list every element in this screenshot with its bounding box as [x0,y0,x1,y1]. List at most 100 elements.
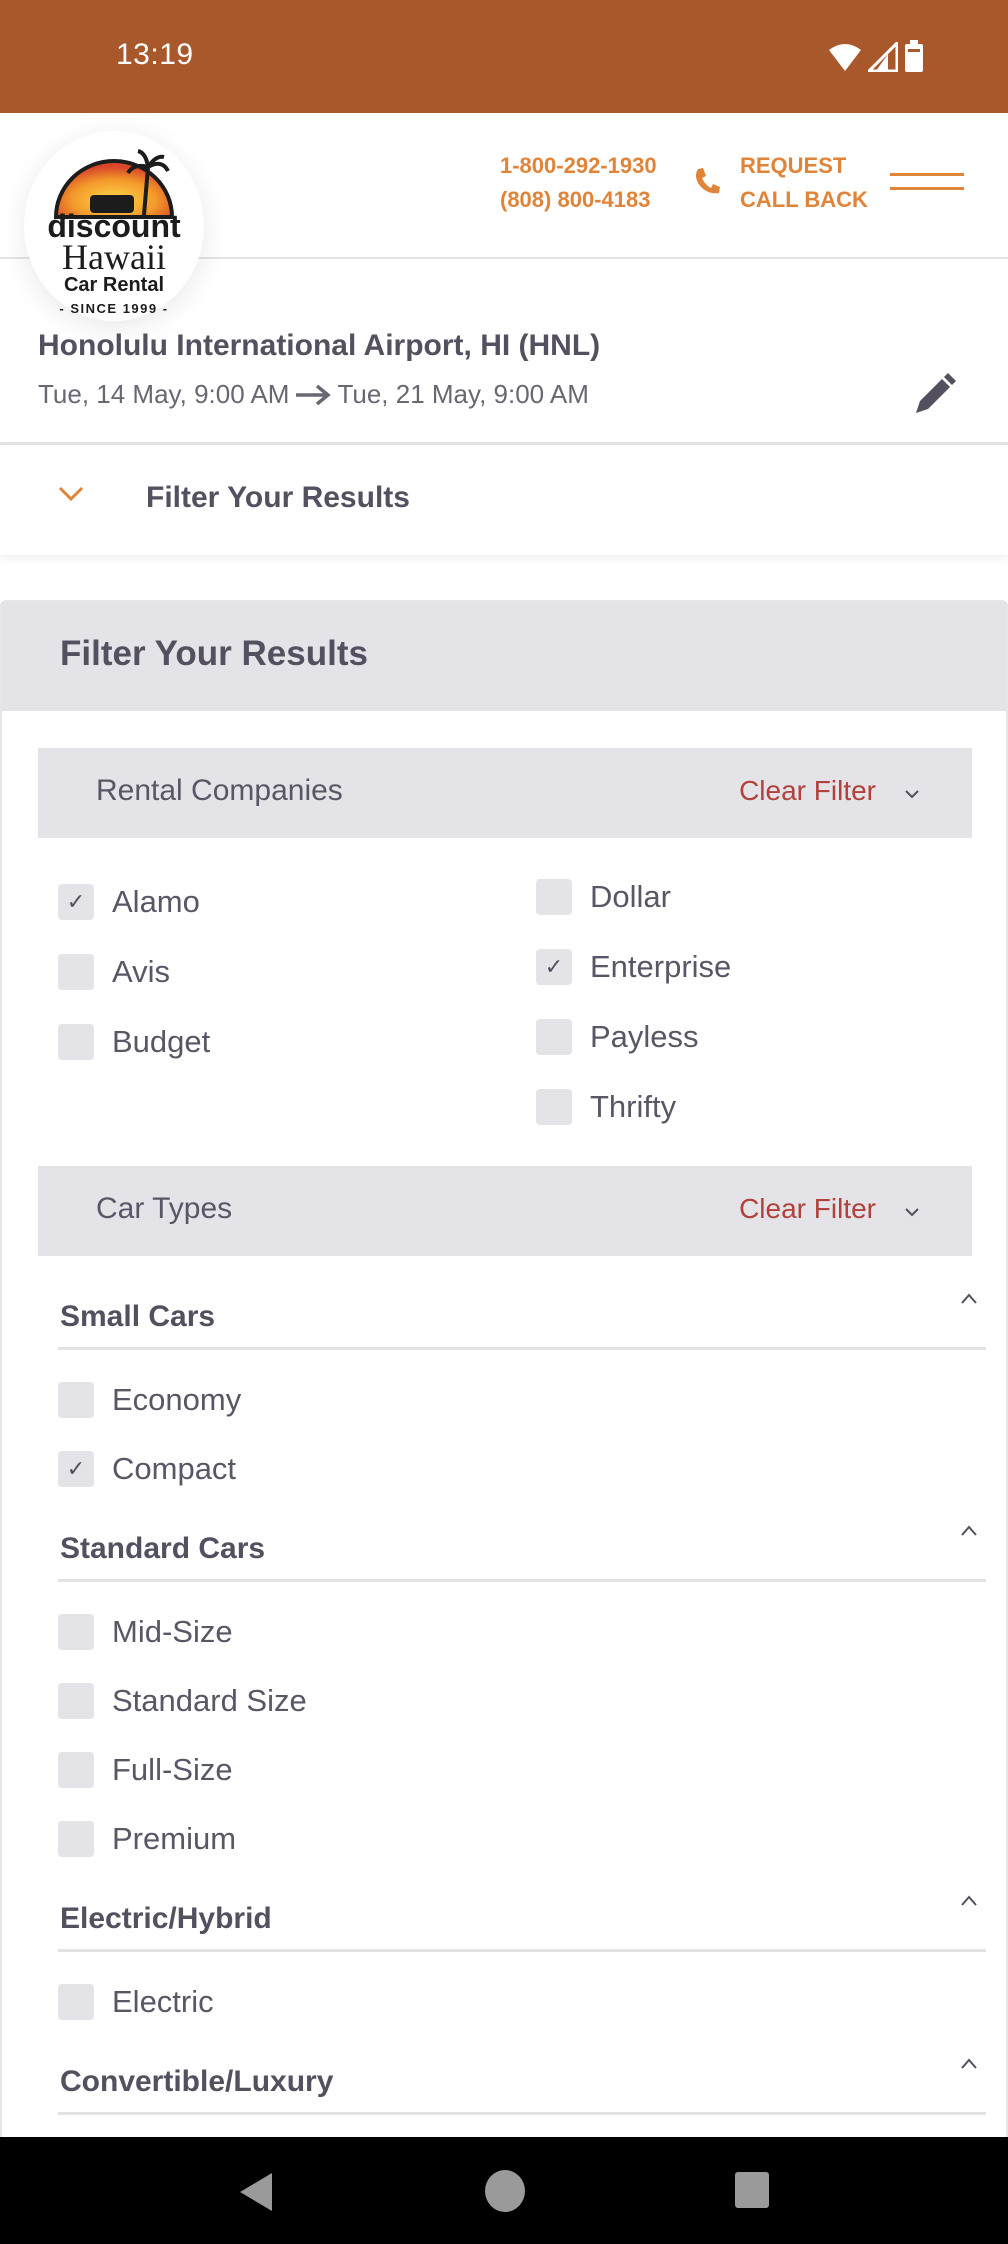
filter-panel-title: Filter Your Results [60,634,368,673]
filter-option-label: Enterprise [590,949,732,984]
status-bar: 13:19 [0,0,1008,113]
site-header: discount Hawaii Car Rental - SINCE 1999 … [0,113,1008,321]
checkbox[interactable] [58,954,94,990]
chevron-down-icon[interactable] [904,788,920,800]
filter-option-label: Compact [112,1451,237,1486]
status-icons [828,40,924,72]
pickup-location: Honolulu International Airport, HI (HNL) [38,329,601,362]
checkbox[interactable] [536,1089,572,1125]
filter-option-label: Dollar [590,879,671,914]
filter-option[interactable]: ✓ Enterprise [536,947,731,987]
status-time: 13:19 [116,38,194,71]
check-icon: ✓ [66,889,86,914]
battery-icon [905,40,923,72]
phone-link-tollfree[interactable]: 1-800-292-1930 [500,149,657,183]
filter-option-label: Avis [112,954,171,989]
filter-option[interactable]: ✓ Compact [58,1449,236,1489]
logo-text-car-rental: Car Rental [64,274,164,296]
phone-numbers: 1-800-292-1930 (808) 800-4183 [500,149,657,217]
logo: discount Hawaii Car Rental - SINCE 1999 … [47,149,181,315]
check-icon: ✓ [544,954,564,979]
menu-line [890,173,964,176]
checkbox-checked[interactable]: ✓ [58,1451,94,1487]
filter-option-label: Electric [112,1984,214,2019]
filter-toggle-label: Filter Your Results [146,481,410,514]
back-icon[interactable] [238,2171,274,2213]
filter-option[interactable]: Mid-Size [58,1612,233,1652]
filter-option[interactable]: Payless [536,1017,699,1057]
menu-line [890,187,964,190]
callback-label-line2: CALL BACK [740,187,868,212]
edit-search-pencil-icon[interactable] [912,373,956,417]
filter-option[interactable]: Dollar [536,877,671,917]
hamburger-menu-button[interactable] [890,173,964,195]
filter-option-label: Standard Size [112,1683,307,1718]
filter-option-label: Full-Size [112,1752,233,1787]
dropoff-datetime: Tue, 21 May, 9:00 AM [337,379,589,409]
checkbox-checked[interactable]: ✓ [58,884,94,920]
filter-option-label: Mid-Size [112,1614,233,1649]
filter-option[interactable]: ✓ Alamo [58,882,200,922]
filter-option[interactable]: Full-Size [58,1750,233,1790]
filter-option-label: Payless [590,1019,699,1054]
phone-icon [696,168,720,194]
checkbox[interactable] [58,1752,94,1788]
checkbox[interactable] [58,1821,94,1857]
rental-companies-clear-filter-button[interactable]: Clear Filter [739,775,876,807]
logo-text-since: - SINCE 1999 - [59,301,168,315]
trip-dates: Tue, 14 May, 9:00 AM Tue, 21 May, 9:00 A… [38,379,589,410]
phone-link-local[interactable]: (808) 800-4183 [500,183,657,217]
filter-option[interactable]: Avis [58,952,170,992]
filter-option-label: Alamo [112,884,200,919]
car-type-group-title: Convertible/Luxury [60,2065,334,2098]
checkbox[interactable] [58,1614,94,1650]
filter-option[interactable]: Premium [58,1819,236,1859]
logo-link[interactable]: discount Hawaii Car Rental - SINCE 1999 … [24,131,204,321]
checkbox[interactable] [58,1984,94,2020]
rental-companies-title: Rental Companies [96,774,343,807]
checkbox[interactable] [536,1019,572,1055]
chevron-up-icon[interactable] [960,2057,978,2071]
recents-icon[interactable] [734,2171,770,2209]
chevron-down-icon[interactable] [904,1206,920,1218]
filter-option-label: Budget [112,1024,211,1059]
checkbox-checked[interactable]: ✓ [536,949,572,985]
filter-option-label: Economy [112,1382,242,1417]
chevron-up-icon[interactable] [960,1524,978,1538]
car-type-group-title: Standard Cars [60,1532,266,1565]
car-type-group-header[interactable]: Convertible/Luxury [58,2053,986,2115]
checkbox[interactable] [536,879,572,915]
filter-option[interactable]: Budget [58,1022,210,1062]
car-type-group-header[interactable]: Small Cars [58,1288,986,1350]
checkbox[interactable] [58,1382,94,1418]
filter-option[interactable]: Standard Size [58,1681,307,1721]
pickup-datetime: Tue, 14 May, 9:00 AM [38,379,290,409]
filter-option[interactable]: Electric [58,1982,214,2022]
logo-text-hawaii: Hawaii [62,237,166,277]
system-navigation-bar [0,2137,1008,2244]
car-types-section-header[interactable]: Car Types Clear Filter [38,1166,972,1256]
car-type-group-title: Small Cars [60,1300,216,1333]
request-callback-button[interactable]: REQUEST CALL BACK [740,149,868,217]
filter-panel: Filter Your Results Rental Companies Cle… [0,600,1008,2183]
car-types-title: Car Types [96,1192,233,1225]
filter-option-label: Premium [112,1821,237,1856]
car-type-group-header[interactable]: Electric/Hybrid [58,1890,986,1952]
car-type-group-title: Electric/Hybrid [60,1902,272,1935]
home-icon[interactable] [484,2169,526,2213]
checkbox[interactable] [58,1683,94,1719]
rental-companies-section-header[interactable]: Rental Companies Clear Filter [38,748,972,838]
arrow-right-icon [296,384,332,405]
filter-option[interactable]: Economy [58,1380,241,1420]
filter-option[interactable]: Thrifty [536,1087,676,1127]
car-type-group-header[interactable]: Standard Cars [58,1520,986,1582]
callback-label-line1: REQUEST [740,153,847,178]
car-types-clear-filter-button[interactable]: Clear Filter [739,1193,876,1225]
chevron-down-icon [58,486,84,502]
signal-icon [868,42,898,72]
check-icon: ✓ [66,1456,86,1481]
checkbox[interactable] [58,1024,94,1060]
chevron-up-icon[interactable] [960,1292,978,1306]
filter-results-toggle[interactable]: Filter Your Results [0,447,1008,555]
chevron-up-icon[interactable] [960,1894,978,1908]
